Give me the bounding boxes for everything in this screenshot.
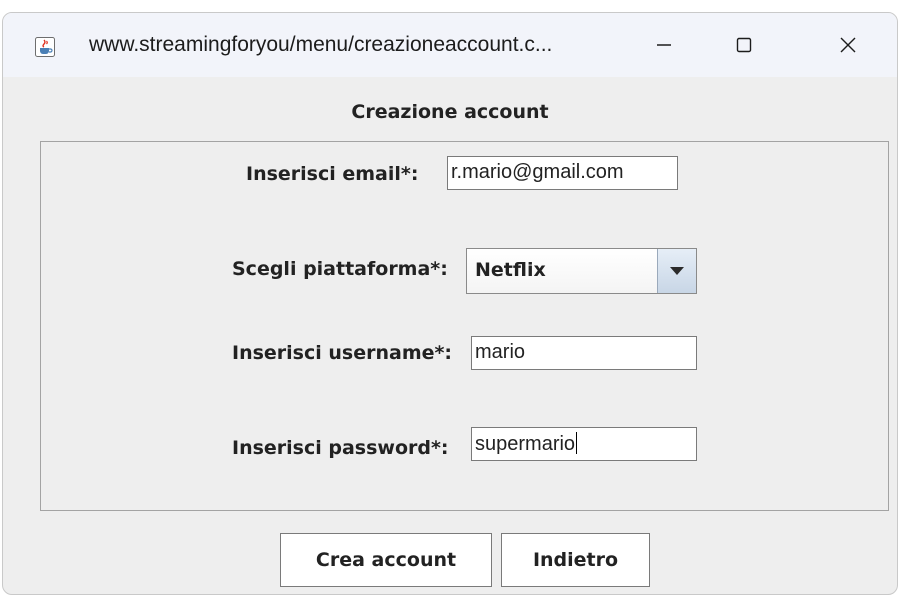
password-field[interactable]: supermario [471,427,697,461]
username-field[interactable]: mario [471,336,697,370]
close-icon [840,37,856,53]
password-value: supermario [475,433,576,455]
minimize-icon [657,44,671,46]
dialog-window: www.streamingforyou/menu/creazioneaccoun… [2,12,898,595]
maximize-button[interactable] [717,25,771,65]
maximize-icon [736,37,752,53]
chevron-down-icon [670,267,684,275]
email-label: Inserisci email*: [246,163,419,185]
title-bar[interactable]: www.streamingforyou/menu/creazioneaccoun… [3,13,897,77]
minimize-button[interactable] [637,25,691,65]
form-panel: Inserisci email*: r.mario@gmail.com Sceg… [40,141,889,511]
password-label: Inserisci password*: [232,437,449,459]
java-cup-icon [35,37,55,57]
username-label: Inserisci username*: [232,342,453,364]
create-account-button[interactable]: Crea account [280,533,492,587]
platform-label: Scegli piattaforma*: [232,258,448,280]
page-title: Creazione account [351,101,549,123]
dropdown-arrow-button[interactable] [657,249,696,293]
platform-select[interactable]: Netflix [466,248,697,294]
window-title: www.streamingforyou/menu/creazioneaccoun… [89,33,553,56]
close-button[interactable] [821,25,875,65]
back-button[interactable]: Indietro [501,533,650,587]
email-field[interactable]: r.mario@gmail.com [447,156,678,190]
platform-selected-value: Netflix [475,259,546,281]
text-caret [576,432,578,454]
